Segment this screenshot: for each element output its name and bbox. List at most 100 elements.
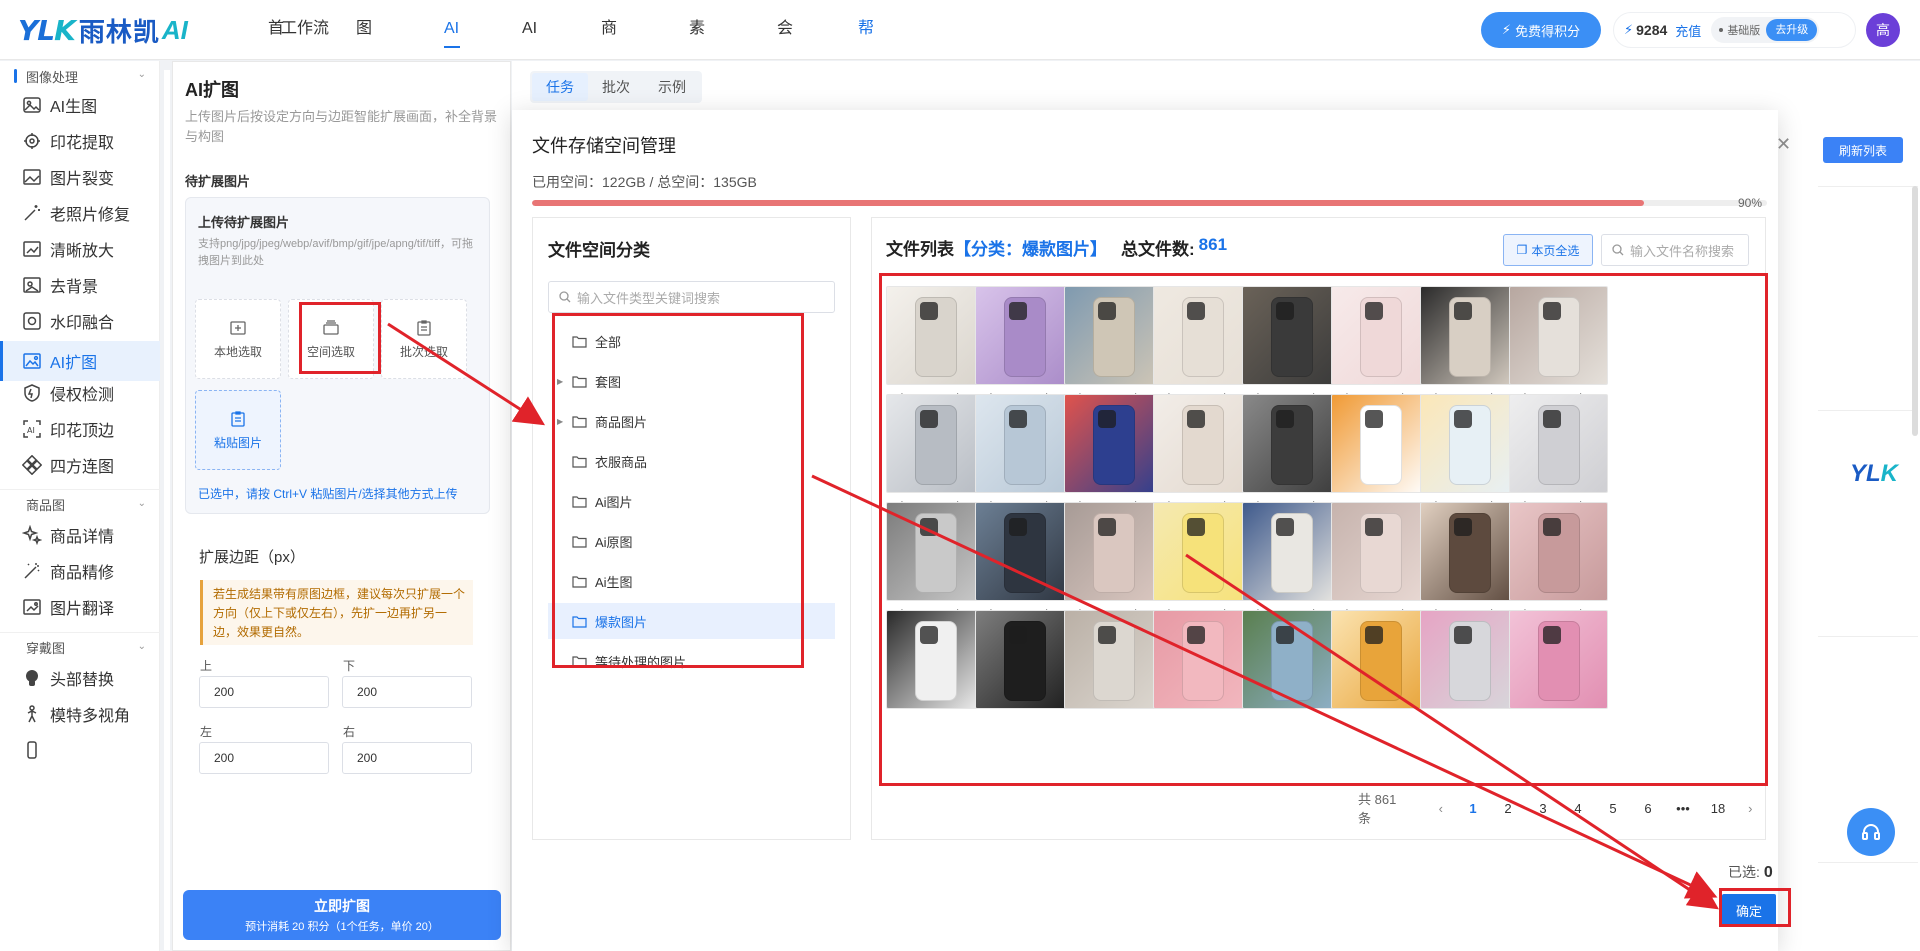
right-label: 右 — [343, 725, 356, 739]
local-select-button[interactable]: 本地选取 — [195, 299, 281, 379]
pager-total: 共 861 条 — [1358, 792, 1397, 826]
sidebar-item-watermark[interactable]: 水印融合 — [0, 301, 160, 341]
free-points-button[interactable]: ⚡ 免费得积分 — [1481, 12, 1601, 48]
sidebar-item-print-edge[interactable]: AI 印花顶边 — [0, 409, 160, 449]
left-margin-input[interactable]: 200 — [199, 742, 329, 774]
sidebar-item-image-fission[interactable]: 图片裂变 — [0, 157, 160, 197]
chevron-left-icon[interactable]: ‹ — [1426, 801, 1456, 816]
brand-logo[interactable]: YLK 雨林凯 AI — [18, 12, 188, 48]
bottom-margin-input[interactable]: 200 — [342, 676, 472, 708]
right-margin-input[interactable]: 200 — [342, 742, 472, 774]
category-search-input[interactable]: 输入文件类型关键词搜索 — [548, 281, 835, 313]
tab-examples[interactable]: 示例 — [644, 73, 700, 101]
warning-note: 若生成结果带有原图边框，建议每次只扩展一个方向（仅上下或仅左右），先扩一边再扩另… — [200, 580, 473, 645]
page-button[interactable]: 3 — [1526, 801, 1561, 816]
nav-publish[interactable]: 商品发布 — [601, 0, 617, 211]
main-scrollbar[interactable] — [1912, 186, 1918, 436]
pattern-icon — [22, 455, 42, 475]
enlarge-icon — [22, 239, 42, 259]
clipboard-icon — [417, 319, 431, 336]
extend-now-button[interactable]: 立即扩图 预计消耗 20 积分（1个任务，单价 20） — [183, 890, 501, 940]
expand-image-icon — [22, 351, 42, 371]
nav-asset-space[interactable]: 素材空间 — [689, 0, 705, 211]
logo-mark: YLK — [18, 13, 76, 47]
dot-icon — [1719, 28, 1724, 32]
file-list-header: 文件列表 【分类：爆款图片】 总文件数: 861 — [886, 235, 1228, 259]
chevron-right-icon[interactable]: › — [1736, 801, 1766, 816]
image-icon — [22, 95, 42, 115]
upload-formats: 支持png/jpg/jpeg/webp/avif/bmp/gif/jpe/apn… — [198, 238, 473, 267]
top-label: 上 — [200, 659, 213, 673]
space-usage-text: 已用空间：122GB / 总空间：135GB — [532, 174, 757, 190]
chevron-down-icon: ⌄ — [137, 69, 146, 80]
nav-ai-edit[interactable]: AI 修图 — [522, 0, 538, 153]
avatar[interactable]: 高 — [1866, 13, 1900, 47]
sidebar-item-seamless[interactable]: 四方连图 — [0, 445, 160, 485]
page-button[interactable]: ••• — [1666, 801, 1701, 816]
extend-margin-title: 扩展边距（px） — [199, 549, 305, 566]
sidebar-item-product-detail[interactable]: 商品详情 — [0, 515, 160, 555]
batch-select-button[interactable]: 批次选取 — [381, 299, 467, 379]
space-progress-fill — [532, 200, 1644, 206]
main-tabs: 任务 批次 示例 — [530, 71, 702, 103]
close-icon[interactable]: ✕ — [1776, 134, 1791, 155]
tab-tasks[interactable]: 任务 — [532, 73, 588, 101]
nav-help[interactable]: 帮助文档 — [858, 0, 874, 211]
nav-image-collect[interactable]: 图片采集 — [356, 0, 372, 211]
sidebar-item-head-swap[interactable]: 头部替换 — [0, 658, 160, 698]
logo-ai: AI — [161, 14, 188, 45]
page-button[interactable]: 6 — [1631, 801, 1666, 816]
nav-member[interactable]: 会员中心 — [777, 0, 793, 211]
space-percent: 90% — [1738, 196, 1763, 210]
config-title: AI扩图 — [185, 80, 239, 100]
paste-image-button[interactable]: 粘贴图片 — [195, 390, 281, 470]
page-button[interactable]: 18 — [1701, 801, 1736, 816]
space-progress — [532, 200, 1767, 206]
points-balance: 9284 — [1636, 22, 1668, 38]
page-button[interactable]: 5 — [1596, 801, 1631, 816]
sidebar-item-image-translate[interactable]: 图片翻译 — [0, 587, 160, 627]
shield-icon — [22, 383, 42, 403]
paste-icon — [231, 410, 245, 427]
support-button[interactable] — [1847, 808, 1895, 856]
sidebar-scrollbar[interactable] — [164, 70, 170, 950]
sidebar-item-photo-restore[interactable]: 老照片修复 — [0, 193, 160, 233]
page-button[interactable]: 4 — [1561, 801, 1596, 816]
refresh-list-button[interactable]: 刷新列表 — [1823, 137, 1903, 163]
magic-wand-icon — [22, 203, 42, 223]
sidebar-item-upscale[interactable]: 清晰放大 — [0, 229, 160, 269]
layers-icon — [22, 275, 42, 295]
picture-icon — [22, 167, 42, 187]
add-image-icon — [230, 320, 246, 335]
select-page-button[interactable]: ❐ 本页全选 — [1503, 234, 1593, 266]
person-icon — [22, 704, 42, 724]
top-bar: YLK 雨林凯 AI 首页 工作流 图片采集 AI 生图 AI 修图 商品发布 … — [0, 0, 1920, 211]
chevron-down-icon: ⌄ — [137, 641, 146, 652]
headset-icon — [1862, 824, 1880, 840]
page-button[interactable]: 1 — [1456, 801, 1491, 816]
annotation-box-file-grid — [879, 273, 1768, 786]
top-margin-input[interactable]: 200 — [199, 676, 329, 708]
page-button[interactable]: 2 — [1491, 801, 1526, 816]
sidebar-item-print-extract[interactable]: 印花提取 — [0, 121, 160, 161]
left-label: 左 — [200, 725, 213, 739]
phone-icon — [22, 740, 42, 760]
tab-batches[interactable]: 批次 — [588, 73, 644, 101]
recharge-link[interactable]: 充值 — [1675, 21, 1701, 40]
stamp-icon — [22, 131, 42, 151]
pagination: 共 861 条 ‹ 1 2 3 4 5 6 ••• 18 › — [1358, 792, 1766, 826]
sidebar-item-more[interactable] — [0, 730, 160, 770]
sparkle-icon — [22, 525, 42, 545]
search-icon — [559, 291, 571, 303]
file-search-input[interactable]: 输入文件名称搜索 — [1601, 234, 1749, 266]
sidebar-item-remove-bg[interactable]: 去背景 — [0, 265, 160, 305]
tier-badge: 基础版 去升级 — [1711, 17, 1820, 43]
watermark-icon — [22, 311, 42, 331]
sidebar-item-product-retouch[interactable]: 商品精修 — [0, 551, 160, 591]
upgrade-button[interactable]: 去升级 — [1766, 19, 1818, 41]
nav-ai-generate[interactable]: AI 生图 — [444, 0, 461, 153]
sidebar-item-model-multiview[interactable]: 模特多视角 — [0, 694, 160, 734]
sidebar-item-ai-generate[interactable]: AI生图 — [0, 85, 160, 125]
selected-count: 已选: 0 — [1728, 864, 1773, 881]
sidebar-item-infringe-check[interactable]: 侵权检测 — [0, 373, 160, 413]
